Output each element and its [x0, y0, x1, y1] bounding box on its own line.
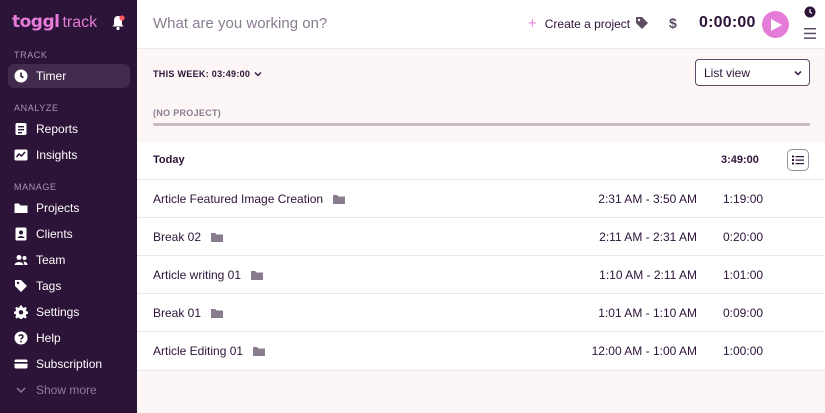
sidebar-item-clients[interactable]: Clients: [8, 222, 130, 246]
timer-display: 0:00:00: [699, 14, 756, 31]
entry-time-range[interactable]: 12:00 AM - 1:00 AM: [592, 344, 697, 358]
time-entry-row[interactable]: Break 01 1:01 AM - 1:10 AM 0:09:00: [137, 293, 825, 331]
entry-duration[interactable]: 0:09:00: [723, 306, 763, 320]
create-project-button[interactable]: + Create a project: [528, 15, 631, 32]
team-icon: [14, 253, 28, 267]
sidebar-item-insights[interactable]: Insights: [8, 143, 130, 167]
day-label: Today: [153, 154, 185, 166]
entry-description[interactable]: Break 01: [153, 306, 201, 320]
sidebar-item-label: Show more: [36, 383, 97, 397]
day-group: Today 3:49:00 Article Featured Image Cre…: [137, 142, 825, 371]
brand-product: track: [62, 14, 98, 31]
sidebar-item-subscription[interactable]: Subscription: [8, 352, 130, 376]
project-breakdown-label: (NO PROJECT): [153, 108, 222, 118]
manual-mode-icon[interactable]: [804, 28, 816, 39]
sidebar-item-team[interactable]: Team: [8, 248, 130, 272]
entry-duration[interactable]: 1:19:00: [723, 192, 763, 206]
sidebar-item-timer[interactable]: Timer: [8, 64, 130, 88]
sidebar-item-projects[interactable]: Projects: [8, 196, 130, 220]
chevron-down-icon: [254, 72, 262, 77]
sidebar-item-reports[interactable]: Reports: [8, 117, 130, 141]
folder-icon[interactable]: [251, 270, 264, 280]
chevron-down-icon: [14, 383, 28, 397]
sidebar-item-label: Tags: [36, 279, 62, 293]
tag-icon: [14, 279, 28, 293]
plus-icon: +: [528, 15, 537, 32]
entry-time-range[interactable]: 2:31 AM - 3:50 AM: [598, 192, 697, 206]
sidebar-item-label: Projects: [36, 201, 80, 215]
entry-time-range[interactable]: 1:10 AM - 2:11 AM: [599, 268, 697, 282]
brand-name: toggl: [12, 12, 60, 32]
time-entry-row[interactable]: Article Editing 01 12:00 AM - 1:00 AM 1:…: [137, 331, 825, 369]
entry-description[interactable]: Article writing 01: [153, 268, 241, 282]
insights-icon: [14, 148, 28, 162]
sidebar-item-label: Settings: [36, 305, 80, 319]
sidebar-item-label: Insights: [36, 148, 78, 162]
section-analyze-label: ANALYZE: [14, 103, 59, 113]
entry-description[interactable]: Break 02: [153, 230, 201, 244]
entry-duration[interactable]: 1:00:00: [723, 344, 763, 358]
create-project-label: Create a project: [544, 17, 631, 31]
entry-description[interactable]: Article Featured Image Creation: [153, 192, 323, 206]
list-icon: [792, 155, 804, 165]
sidebar-item-show-more[interactable]: Show more: [8, 378, 130, 402]
sidebar-item-label: Subscription: [36, 357, 103, 371]
folder-icon[interactable]: [253, 346, 266, 356]
folder-icon[interactable]: [333, 194, 346, 204]
gear-icon: [14, 305, 28, 319]
entry-time-range[interactable]: 1:01 AM - 1:10 AM: [598, 306, 697, 320]
description-input[interactable]: What are you working on?: [153, 15, 327, 32]
entry-description[interactable]: Article Editing 01: [153, 344, 243, 358]
time-entry-row[interactable]: Article Featured Image Creation 2:31 AM …: [137, 179, 825, 217]
folder-icon[interactable]: [211, 308, 224, 318]
project-breakdown-fill: [153, 123, 810, 126]
billable-dollar-icon[interactable]: $: [669, 15, 677, 31]
tag-icon[interactable]: [635, 16, 649, 30]
help-icon: [14, 331, 28, 345]
view-select[interactable]: List view: [695, 59, 810, 86]
project-breakdown-bar: [153, 123, 810, 126]
sidebar-item-label: Reports: [36, 122, 79, 136]
sidebar-item-label: Clients: [36, 227, 73, 241]
card-icon: [14, 357, 28, 371]
chevron-down-icon: [794, 70, 802, 76]
time-entry-row[interactable]: Break 02 2:11 AM - 2:31 AM 0:20:00: [137, 217, 825, 255]
entry-duration[interactable]: 1:01:00: [723, 268, 763, 282]
entry-time-range[interactable]: 2:11 AM - 2:31 AM: [599, 230, 697, 244]
timer-bar: What are you working on? + Create a proj…: [137, 0, 825, 49]
notification-bell-icon[interactable]: [111, 15, 125, 31]
clock-icon: [14, 69, 28, 83]
day-total: 3:49:00: [721, 154, 759, 166]
timer-mode-icon[interactable]: [804, 6, 816, 18]
folder-icon[interactable]: [211, 232, 224, 242]
sidebar-item-help[interactable]: Help: [8, 326, 130, 350]
sidebar-item-settings[interactable]: Settings: [8, 300, 130, 324]
section-manage-label: MANAGE: [14, 182, 57, 192]
sidebar-item-label: Help: [36, 331, 61, 345]
folder-icon: [14, 201, 28, 215]
section-track-label: TRACK: [14, 50, 48, 60]
sidebar-item-tags[interactable]: Tags: [8, 274, 130, 298]
reports-icon: [14, 122, 28, 136]
week-total-dropdown[interactable]: THIS WEEK: 03:49:00: [153, 69, 262, 79]
sidebar-item-label: Team: [36, 253, 66, 267]
entry-duration[interactable]: 0:20:00: [723, 230, 763, 244]
bulk-edit-button[interactable]: [787, 149, 809, 171]
toggl-logo[interactable]: toggl track: [12, 12, 97, 36]
sidebar: toggl track TRACK Timer ANALYZE Reports …: [0, 0, 137, 413]
time-entry-row[interactable]: Article writing 01 1:10 AM - 2:11 AM 1:0…: [137, 255, 825, 293]
start-timer-button[interactable]: [762, 11, 789, 38]
view-select-value: List view: [704, 65, 751, 80]
week-total-label: THIS WEEK: 03:49:00: [153, 69, 251, 79]
play-icon: [771, 18, 782, 31]
sidebar-item-label: Timer: [36, 69, 67, 83]
client-icon: [14, 227, 28, 241]
